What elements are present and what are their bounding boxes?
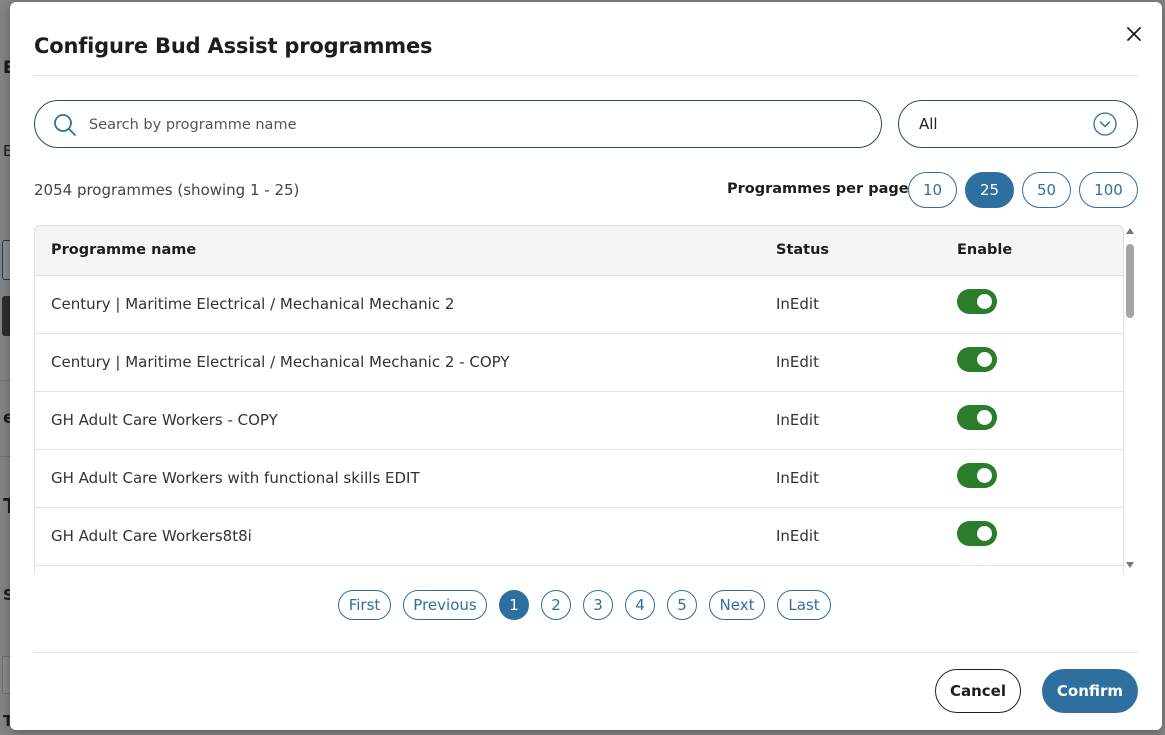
toggle-knob — [977, 294, 992, 309]
programme-status: InEdit — [776, 411, 819, 429]
programme-status: InEdit — [776, 353, 819, 371]
pagination-page-1-button[interactable]: 1 — [499, 590, 529, 620]
pagination-page-5-button[interactable]: 5 — [667, 590, 697, 620]
status-filter-select[interactable]: All — [898, 100, 1138, 148]
table-scrollbar[interactable] — [1124, 228, 1136, 574]
close-icon — [1127, 27, 1141, 41]
per-page-10-button[interactable]: 10 — [908, 172, 957, 208]
close-button[interactable] — [1122, 22, 1146, 46]
column-header-name: Programme name — [51, 242, 197, 258]
column-header-enable: Enable — [957, 242, 1013, 258]
enable-toggle[interactable] — [957, 289, 997, 314]
pagination-previous-button[interactable]: Previous — [403, 590, 487, 620]
per-page-25-button[interactable]: 25 — [965, 172, 1014, 208]
table-row: GH Adult Care Workers8t8i InEdit — [35, 508, 1123, 566]
programme-name: GH Adult Care Workers8t8i — [51, 527, 252, 545]
pagination-next-button[interactable]: Next — [709, 590, 765, 620]
programme-status: InEdit — [776, 469, 819, 487]
chevron-down-circle-icon — [1093, 112, 1117, 136]
configure-programmes-dialog: Configure Bud Assist programmes All 2054… — [10, 2, 1162, 730]
pagination-page-3-button[interactable]: 3 — [583, 590, 613, 620]
dialog-title: Configure Bud Assist programmes — [34, 34, 433, 58]
table-row: GH Adult Care Workers - COPY InEdit — [35, 392, 1123, 450]
per-page-50-button[interactable]: 50 — [1022, 172, 1071, 208]
pagination-page-4-button[interactable]: 4 — [625, 590, 655, 620]
enable-toggle[interactable] — [957, 463, 997, 488]
pagination-first-button[interactable]: First — [338, 590, 391, 620]
table-header: Programme name Status Enable — [35, 226, 1123, 276]
programme-status: InEdit — [776, 295, 819, 313]
header-divider — [34, 75, 1138, 76]
footer-divider — [34, 652, 1138, 653]
programme-name: Century | Maritime Electrical / Mechanic… — [51, 353, 510, 371]
search-box[interactable] — [34, 100, 882, 148]
toggle-knob — [977, 352, 992, 367]
table-row: Century | Maritime Electrical / Mechanic… — [35, 334, 1123, 392]
table-row: GH Adult Care Workers with functional sk… — [35, 450, 1123, 508]
toggle-knob — [977, 526, 992, 541]
confirm-button[interactable]: Confirm — [1042, 669, 1138, 713]
enable-toggle[interactable] — [957, 405, 997, 430]
cancel-button[interactable]: Cancel — [935, 669, 1021, 713]
programme-count: 2054 programmes (showing 1 - 25) — [34, 181, 300, 199]
pagination-page-2-button[interactable]: 2 — [541, 590, 571, 620]
search-icon — [54, 114, 76, 136]
scrollbar-thumb[interactable] — [1126, 244, 1134, 318]
programme-name: GH Adult Care Workers with functional sk… — [51, 469, 420, 487]
per-page-label: Programmes per page — [727, 181, 909, 197]
enable-toggle[interactable] — [957, 521, 997, 546]
scroll-up-arrow-icon[interactable] — [1126, 228, 1134, 234]
scroll-down-arrow-icon[interactable] — [1126, 562, 1134, 568]
table-row: Century | Maritime Electrical / Mechanic… — [35, 276, 1123, 334]
toggle-knob — [977, 468, 992, 483]
programme-name: Century | Maritime Electrical / Mechanic… — [51, 295, 455, 313]
column-header-status: Status — [776, 242, 830, 258]
programme-status: InEdit — [776, 527, 819, 545]
toggle-knob — [977, 410, 992, 425]
search-input[interactable] — [87, 111, 861, 139]
programmes-table: Programme name Status Enable Century | M… — [34, 225, 1124, 574]
filter-selected-value: All — [919, 115, 938, 133]
programme-name: GH Adult Care Workers - COPY — [51, 411, 278, 429]
enable-toggle[interactable] — [957, 347, 997, 372]
pagination-last-button[interactable]: Last — [777, 590, 831, 620]
per-page-100-button[interactable]: 100 — [1079, 172, 1138, 208]
